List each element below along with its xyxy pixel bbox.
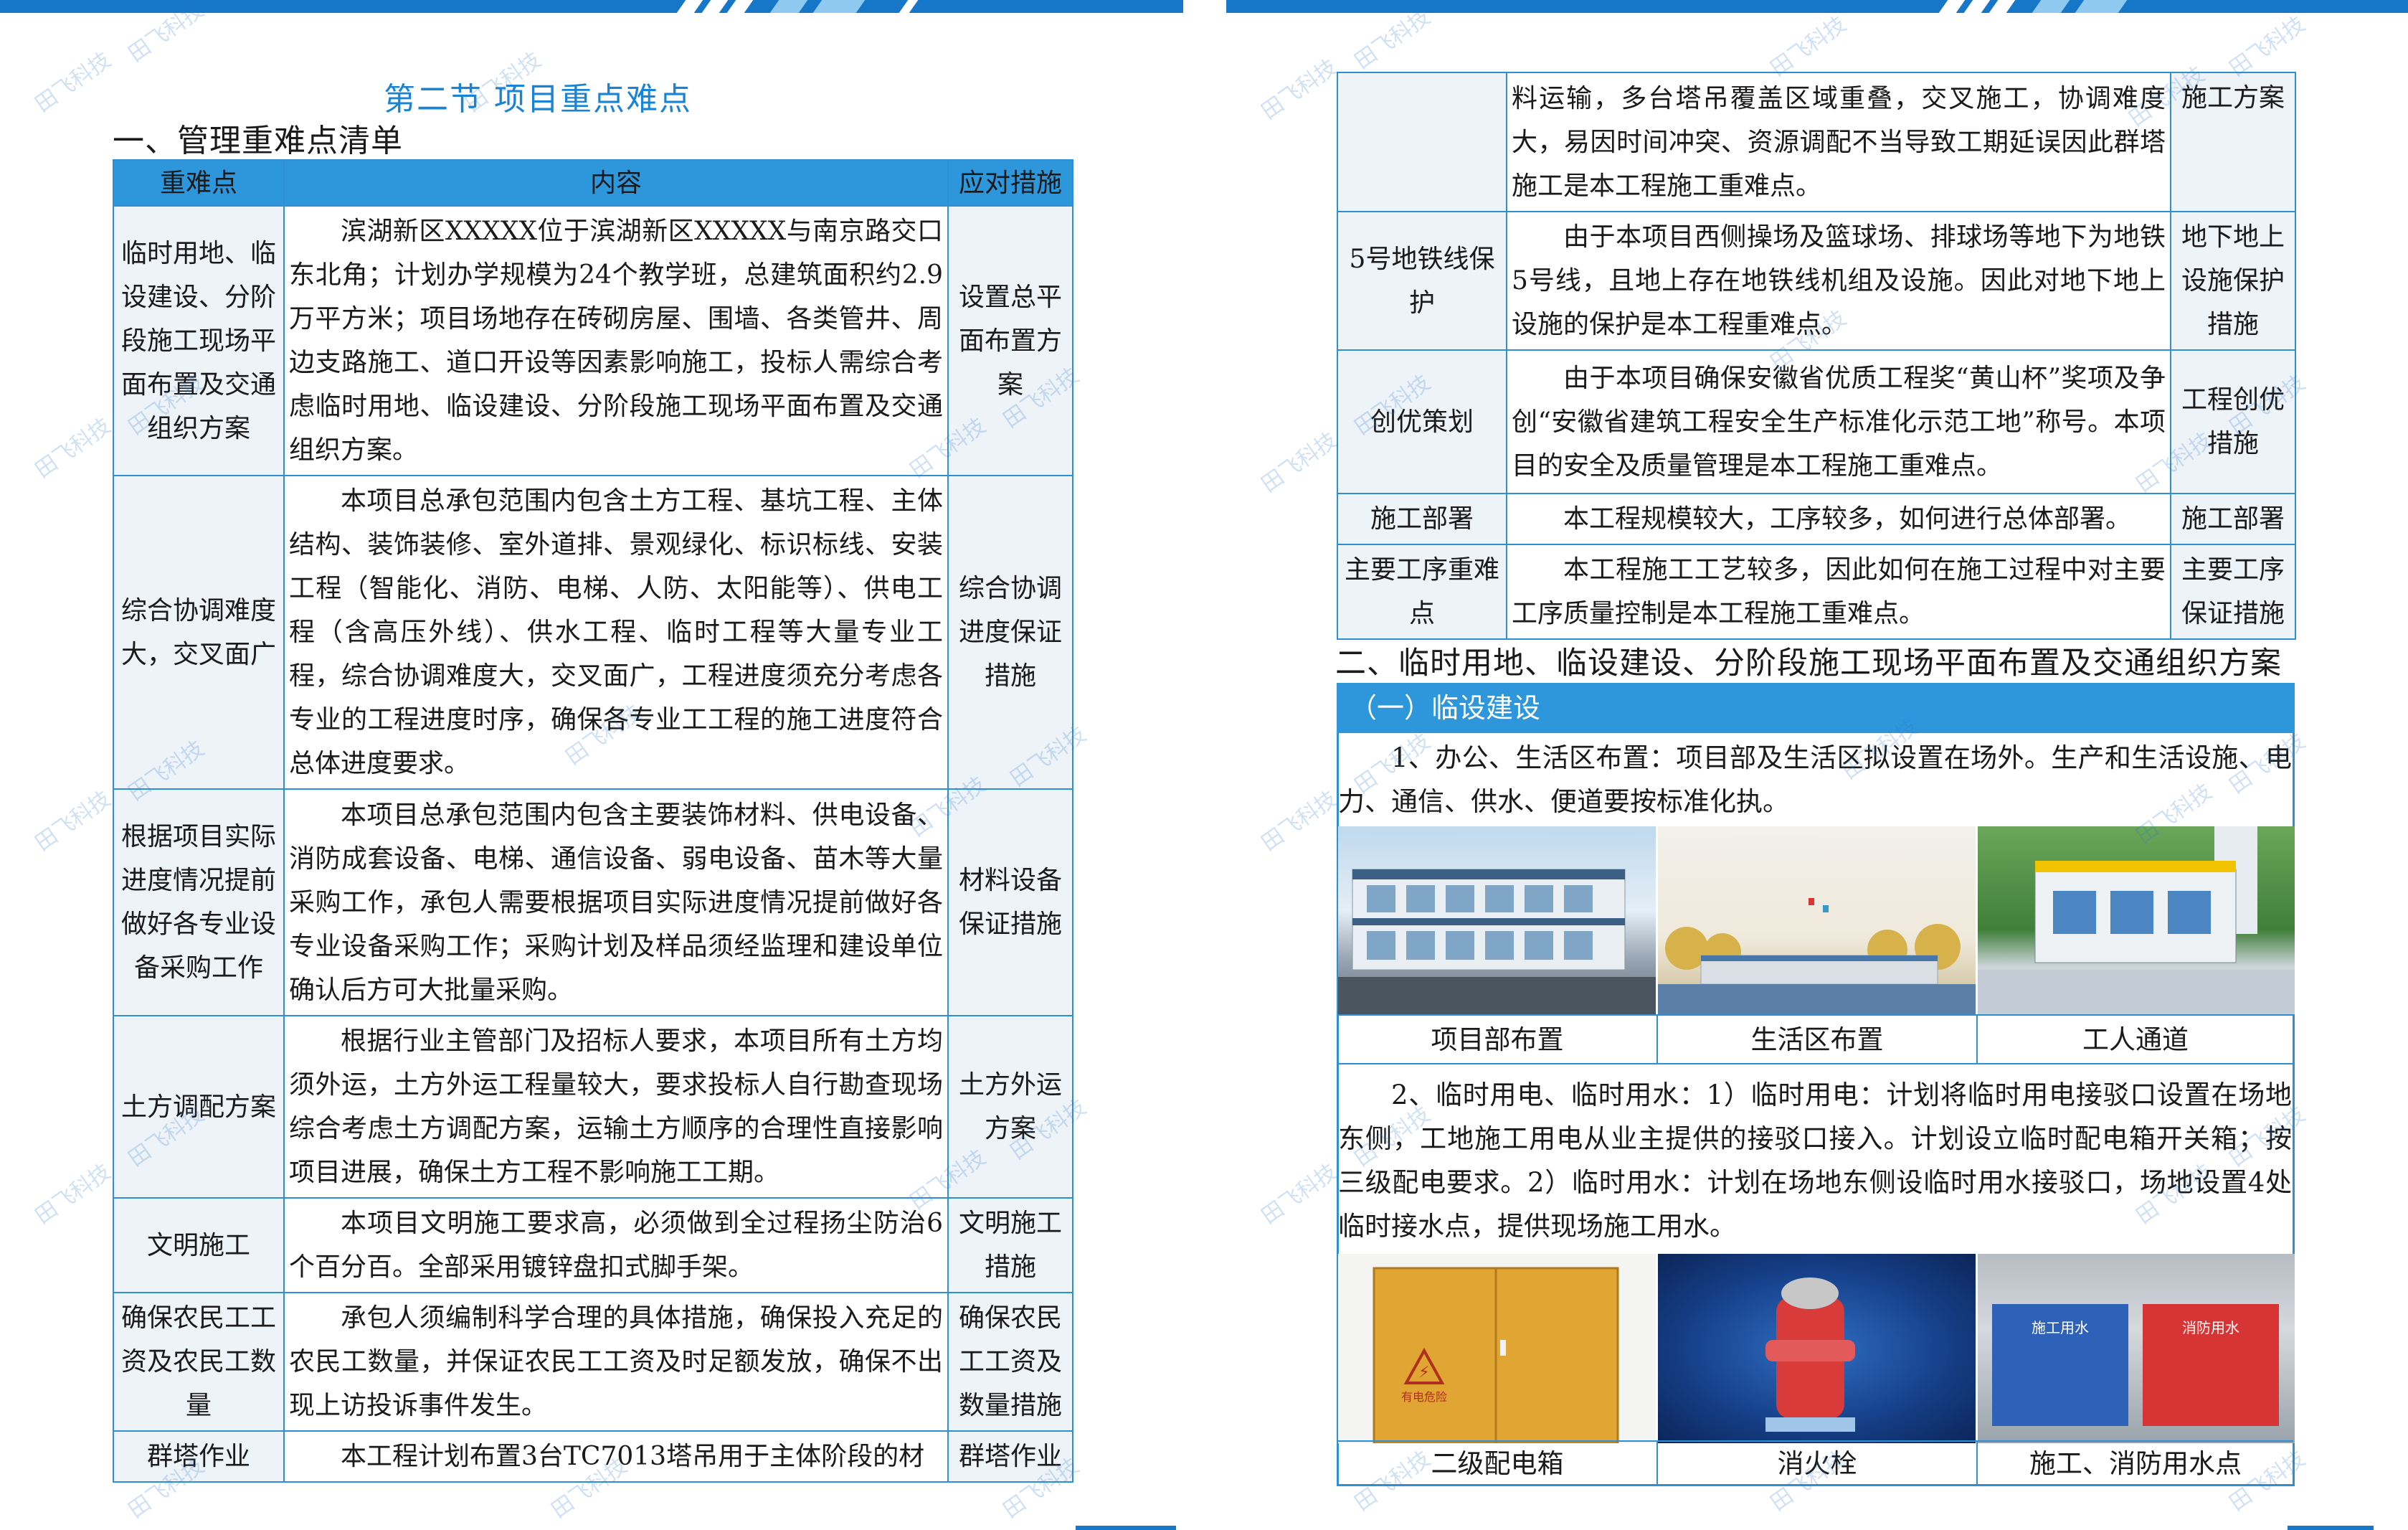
row-measure: 施工部署: [2170, 493, 2296, 545]
table-row: 创优策划 由于本项目确保安徽省优质工程奖“黄山杯”奖项及争创“安徽省建筑工程安全…: [1337, 349, 2296, 494]
paragraph-power-water: 2、临时用电、临时用水：1）临时用电：计划将临时用电接驳口设置在场地东侧，工地施…: [1338, 1080, 2292, 1242]
danger-label: 有电危险: [1401, 1390, 1447, 1404]
table-row: 主要工序重难点 本工程施工工艺较多，因此如何在施工过程中对主要工序质量控制是本工…: [1337, 544, 2296, 640]
row-point: 主要工序重难点: [1337, 544, 1507, 640]
left-page: 第二节 项目重点难点 一、管理重难点清单 重难点 内容 应对措施 临时用地、临设…: [0, 0, 1183, 1530]
table-row: 文明施工 本项目文明施工要求高，必须做到全过程扬尘防治6个百分百。全部采用镀锌盘…: [113, 1197, 1073, 1293]
photo-living-area: [1658, 826, 1976, 1014]
table-row: 土方调配方案 根据行业主管部门及招标人要求，本项目所有土方均须外运，土方外运工程…: [113, 1015, 1073, 1199]
row-content: 料运输，多台塔吊覆盖区域重叠，交叉施工，协调难度大，易因时间冲突、资源调配不当导…: [1506, 72, 2171, 212]
row-measure: 综合协调进度保证措施: [947, 475, 1073, 790]
col-header-point: 重难点: [113, 159, 285, 207]
caption-worker-passage: 工人通道: [1978, 1014, 2293, 1063]
photo-distribution-box: ⚡ 有电危险: [1338, 1254, 1656, 1443]
heading-management-list: 一、管理重难点清单: [113, 123, 403, 159]
row-measure: 群塔作业: [947, 1430, 1073, 1483]
table-row: 5号地铁线保护 由于本项目西侧操场及篮球场、排球场等地下为地铁5号线，且地上存在…: [1337, 211, 2296, 351]
row-content: 本项目文明施工要求高，必须做到全过程扬尘防治6个百分百。全部采用镀锌盘扣式脚手架…: [283, 1197, 949, 1293]
col-header-content: 内容: [283, 159, 949, 207]
caption-project-office: 项目部布置: [1338, 1014, 1658, 1063]
row-content: 本工程施工工艺较多，因此如何在施工过程中对主要工序质量控制是本工程施工重难点。: [1506, 544, 2171, 640]
watermark: 田飞科技: [30, 786, 116, 856]
difficulty-table: 重难点 内容 应对措施 临时用地、临设建设、分阶段施工现场平面布置及交通组织方案…: [113, 159, 1073, 1483]
row-measure: 土方外运方案: [947, 1015, 1073, 1199]
bottom-bar: [2288, 1526, 2374, 1530]
row-content: 承包人须编制科学合理的具体措施，确保投入充足的农民工数量，并保证农民工工资及时足…: [283, 1292, 949, 1432]
caption-distribution-box: 二级配电箱: [1338, 1440, 1658, 1485]
row-measure: 确保农民工工资及数量措施: [947, 1292, 1073, 1432]
box-label-construction: 施工用水: [2032, 1319, 2089, 1336]
table-row: 综合协调难度大，交叉面广 本项目总承包范围内包含土方工程、基坑工程、主体结构、装…: [113, 475, 1073, 790]
row-content: 由于本项目确保安徽省优质工程奖“黄山杯”奖项及争创“安徽省建筑工程安全生产标准化…: [1506, 349, 2171, 494]
page-gutter: [1183, 0, 1226, 1530]
table-row: 临时用地、临设建设、分阶段施工现场平面布置及交通组织方案 滨湖新区XXXXX位于…: [113, 205, 1073, 476]
row-point: 根据项目实际进度情况提前做好各专业设备采购工作: [113, 788, 285, 1016]
top-banner: [1226, 0, 2408, 13]
row-point: 临时用地、临设建设、分阶段施工现场平面布置及交通组织方案: [113, 205, 285, 476]
row-content: 滨湖新区XXXXX位于滨湖新区XXXXX与南京路交口东北角；计划办学规模为24个…: [283, 205, 949, 476]
top-banner: [0, 0, 1183, 13]
row-content: 根据行业主管部门及招标人要求，本项目所有土方均须外运，土方外运工程量较大，要求投…: [283, 1015, 949, 1199]
row-point: 确保农民工工资及农民工数量: [113, 1292, 285, 1432]
table-header-row: 重难点 内容 应对措施: [113, 159, 1073, 207]
photo-project-office: [1338, 826, 1656, 1014]
row-point: 群塔作业: [113, 1430, 285, 1483]
box-label-fire: 消防用水: [2182, 1319, 2239, 1336]
photo-worker-passage: [1978, 826, 2295, 1014]
paragraph-office-layout: 1、办公、生活区布置：项目部及生活区拟设置在场外。生产和生活设施、电力、通信、供…: [1338, 742, 2292, 817]
row-measure: 主要工序保证措施: [2170, 544, 2296, 640]
row-point: 施工部署: [1337, 493, 1507, 545]
row-point: 文明施工: [113, 1197, 285, 1293]
caption-water-points: 施工、消防用水点: [1978, 1440, 2293, 1485]
photo-fire-hydrant: [1658, 1254, 1976, 1443]
subsection-header: （一）临设建设: [1337, 683, 2295, 733]
photo-water-points: 施工用水 消防用水: [1978, 1254, 2295, 1443]
section-title: 第二节 项目重点难点: [384, 81, 692, 118]
table-row: 根据项目实际进度情况提前做好各专业设备采购工作 本项目总承包范围内包含主要装饰材…: [113, 788, 1073, 1016]
row-content: 本项目总承包范围内包含主要装饰材料、供电设备、消防成套设备、电梯、通信设备、弱电…: [283, 788, 949, 1016]
divider: [1337, 1063, 2295, 1064]
row-point: 综合协调难度大，交叉面广: [113, 475, 285, 790]
col-header-measure: 应对措施: [947, 159, 1073, 207]
table-row: 确保农民工工资及农民工数量 承包人须编制科学合理的具体措施，确保投入充足的农民工…: [113, 1292, 1073, 1432]
row-measure: 工程创优措施: [2170, 349, 2296, 494]
row-measure: 施工方案: [2170, 72, 2296, 212]
row-content: 本工程计划布置3台TC7013塔吊用于主体阶段的材: [283, 1430, 949, 1483]
row-measure: 文明施工措施: [947, 1197, 1073, 1293]
caption-fire-hydrant: 消火栓: [1658, 1440, 1978, 1485]
bottom-bar: [1076, 1526, 1176, 1530]
watermark: 田飞科技: [30, 1159, 116, 1229]
row-content: 本项目总承包范围内包含土方工程、基坑工程、主体结构、装饰装修、室外道排、景观绿化…: [283, 475, 949, 790]
row-content: 本工程规模较大，工序较多，如何进行总体部署。: [1506, 493, 2171, 545]
table-row: 料运输，多台塔吊覆盖区域重叠，交叉施工，协调难度大，易因时间冲突、资源调配不当导…: [1337, 72, 2296, 212]
row-content: 由于本项目西侧操场及篮球场、排球场等地下为地铁5号线，且地上存在地铁线机组及设施…: [1506, 211, 2171, 351]
svg-text:⚡: ⚡: [1418, 1364, 1429, 1382]
row-point: [1337, 72, 1507, 212]
watermark: 田飞科技: [30, 413, 116, 483]
row-point: 5号地铁线保护: [1337, 211, 1507, 351]
row-point: 土方调配方案: [113, 1015, 285, 1199]
row-measure: 设置总平面布置方案: [947, 205, 1073, 476]
caption-living-area: 生活区布置: [1658, 1014, 1978, 1063]
table-row: 施工部署 本工程规模较大，工序较多，如何进行总体部署。 施工部署: [1337, 493, 2296, 545]
difficulty-table-continued: 料运输，多台塔吊覆盖区域重叠，交叉施工，协调难度大，易因时间冲突、资源调配不当导…: [1337, 72, 2296, 640]
table-row: 群塔作业 本工程计划布置3台TC7013塔吊用于主体阶段的材 群塔作业: [113, 1430, 1073, 1483]
row-measure: 材料设备保证措施: [947, 788, 1073, 1016]
row-measure: 地下地上设施保护措施: [2170, 211, 2296, 351]
row-point: 创优策划: [1337, 349, 1507, 494]
heading-temporary-facilities: 二、临时用地、临设建设、分阶段施工现场平面布置及交通组织方案: [1335, 646, 2282, 681]
